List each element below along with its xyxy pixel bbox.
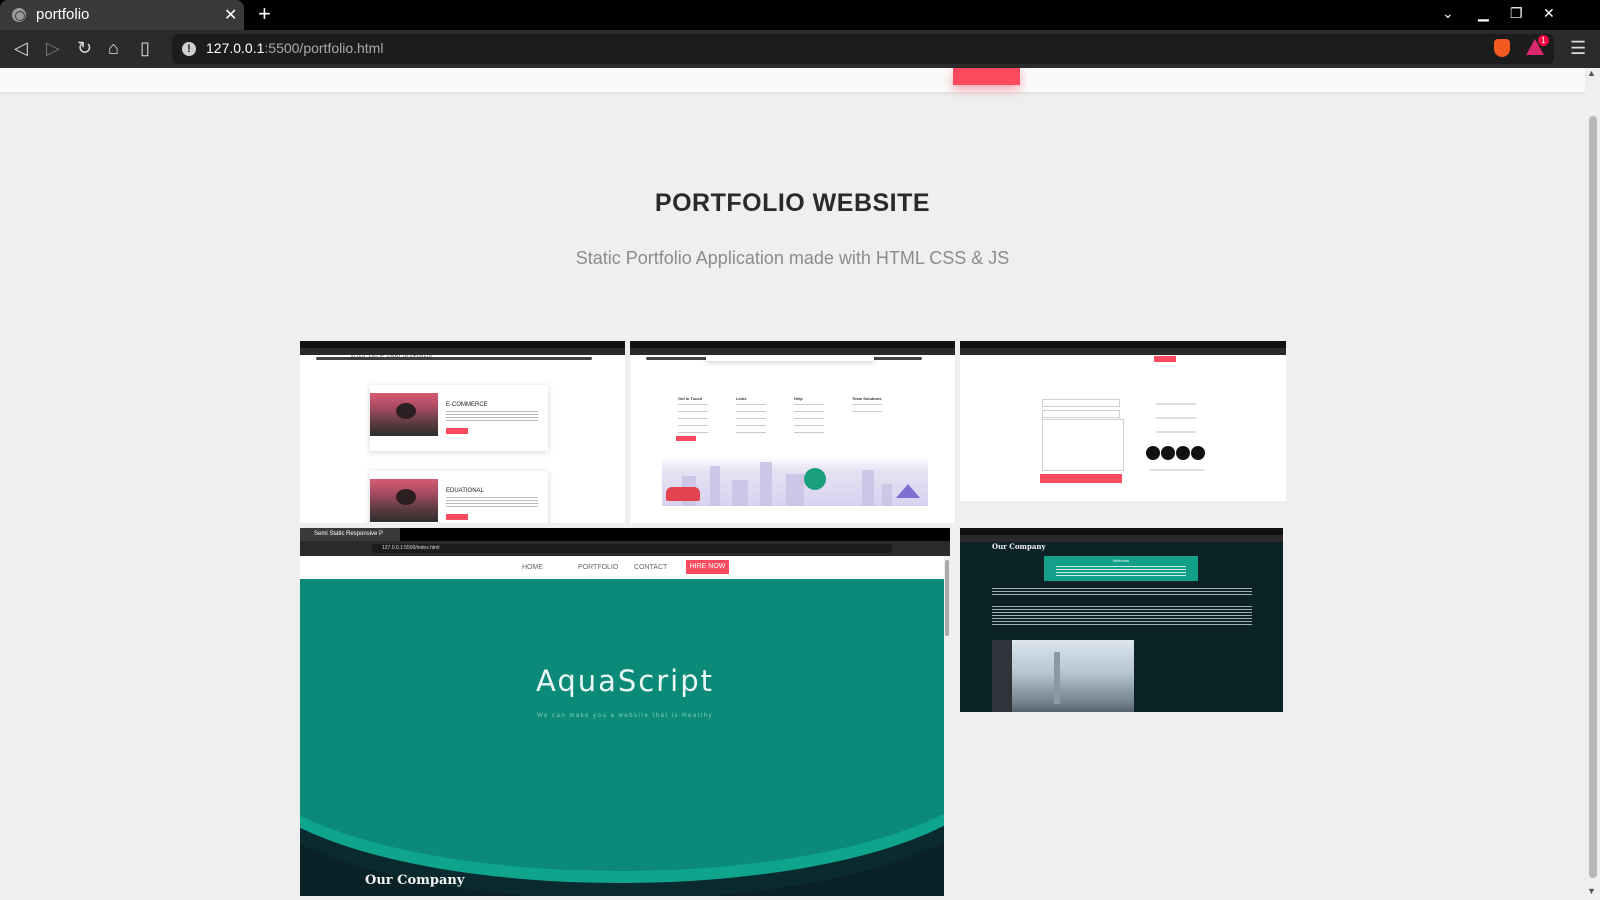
card-title: EDUATIONAL: [446, 488, 484, 494]
address-bar[interactable]: ! 127.0.0.1:5500/portfolio.html: [172, 34, 1554, 64]
social-icon: [1176, 446, 1190, 460]
menu-icon[interactable]: ☰: [1570, 38, 1586, 59]
form-textarea: [1042, 419, 1124, 471]
home-icon[interactable]: ⌂: [108, 38, 119, 58]
office-photo: [992, 640, 1134, 712]
app-card: EDUATIONAL: [370, 471, 548, 523]
tab-title: portfolio: [36, 6, 90, 23]
welcome-box: Welcome: [1044, 556, 1198, 581]
section-subtitle: Static Portfolio Application made with H…: [575, 248, 1010, 268]
header-hire-button[interactable]: [953, 68, 1020, 85]
url-text: 127.0.0.1:5500/portfolio.html: [206, 40, 384, 56]
forward-icon[interactable]: ▷: [46, 38, 60, 58]
company-heading: Our Company: [365, 873, 465, 888]
back-icon[interactable]: ◁: [14, 38, 28, 58]
footer-column: Get in Touch: [678, 396, 708, 434]
site-header: [0, 68, 1585, 92]
new-tab-button[interactable]: +: [258, 1, 271, 27]
footer-column: Team Solutions: [852, 396, 882, 412]
chevron-down-icon[interactable]: ⌄: [1442, 5, 1454, 22]
nav-contact: CONTACT: [634, 564, 668, 571]
mini-tab-title: Semi Static Responsive P: [300, 528, 400, 541]
maximize-icon[interactable]: ❐: [1510, 5, 1523, 22]
nav-hire-button: HIRE NOW: [686, 560, 729, 574]
scroll-down-icon[interactable]: ▼: [1587, 886, 1596, 896]
scroll-up-icon[interactable]: ▲: [1587, 68, 1596, 78]
hire-button: [1154, 356, 1176, 362]
tree-icon: [804, 468, 826, 490]
browser-tab-bar: portfolio ✕ + ⌄ ▁ ❐ ✕: [0, 0, 1600, 30]
brave-shield-icon[interactable]: [1494, 39, 1510, 57]
social-icon: [1146, 446, 1160, 460]
screenshot-contact[interactable]: [960, 341, 1286, 501]
globe-icon: [12, 8, 26, 22]
close-icon[interactable]: ✕: [1543, 5, 1555, 22]
applications-heading: AVAILABLE APPLICATIONS: [350, 356, 433, 362]
section-title: PORTFOLIO WEBSITE: [654, 189, 931, 217]
bookmark-icon[interactable]: ▯: [140, 38, 150, 58]
minimize-icon[interactable]: ▁: [1478, 5, 1489, 22]
car-icon: [666, 487, 700, 501]
city-illustration: [662, 456, 928, 506]
form-field: [1042, 399, 1120, 407]
footer-column: Help: [794, 396, 824, 434]
nav-home: HOME: [522, 564, 543, 571]
nav-portfolio: PORTFOLIO: [578, 564, 619, 571]
card-button: [446, 428, 468, 434]
info-icon[interactable]: !: [182, 42, 196, 56]
mountain-icon: [896, 484, 920, 498]
subscribe-button: [676, 436, 696, 441]
card-button: [446, 514, 468, 520]
hero-brand: AquaScript: [536, 664, 714, 698]
social-icon: [1191, 446, 1205, 460]
tab-close-icon[interactable]: ✕: [224, 5, 237, 25]
card-image: [370, 479, 438, 522]
screenshot-applications[interactable]: AVAILABLE APPLICATIONS E-COMMERCE EDUATI…: [300, 341, 625, 523]
form-submit: [1040, 474, 1122, 483]
reload-icon[interactable]: ↻: [77, 38, 92, 58]
screenshot-footer[interactable]: Get in Touch Links Help Team Solutions: [630, 341, 955, 523]
mini-url: 127.0.0.1:5500/index.html: [372, 544, 892, 553]
company-title: Our Company: [992, 542, 1046, 551]
screenshot-aquascript-home[interactable]: Semi Static Responsive P 127.0.0.1:5500/…: [300, 528, 950, 896]
rewards-badge: 1: [1538, 35, 1549, 46]
card-title: E-COMMERCE: [446, 402, 488, 408]
site-nav: HOME PORTFOLIO CONTACT HIRE NOW: [300, 556, 950, 579]
app-card: E-COMMERCE: [370, 385, 548, 451]
footer-column: Links: [736, 396, 766, 434]
card-image: [370, 393, 438, 436]
browser-toolbar: ◁ ▷ ↻ ⌂ ▯ ! 127.0.0.1:5500/portfolio.htm…: [0, 30, 1600, 68]
social-icon: [1161, 446, 1175, 460]
page-viewport: PORTFOLIO WEBSITE Static Portfolio Appli…: [0, 68, 1600, 900]
hero-banner: AquaScript We can make you a website tha…: [300, 579, 950, 896]
screenshot-our-company[interactable]: Our Company Welcome: [960, 528, 1283, 712]
scrollbar-thumb[interactable]: [1589, 116, 1597, 878]
browser-tab[interactable]: portfolio ✕: [0, 0, 244, 30]
hero-tagline: We can make you a website that is Health…: [536, 713, 714, 719]
form-field: [1042, 410, 1120, 418]
